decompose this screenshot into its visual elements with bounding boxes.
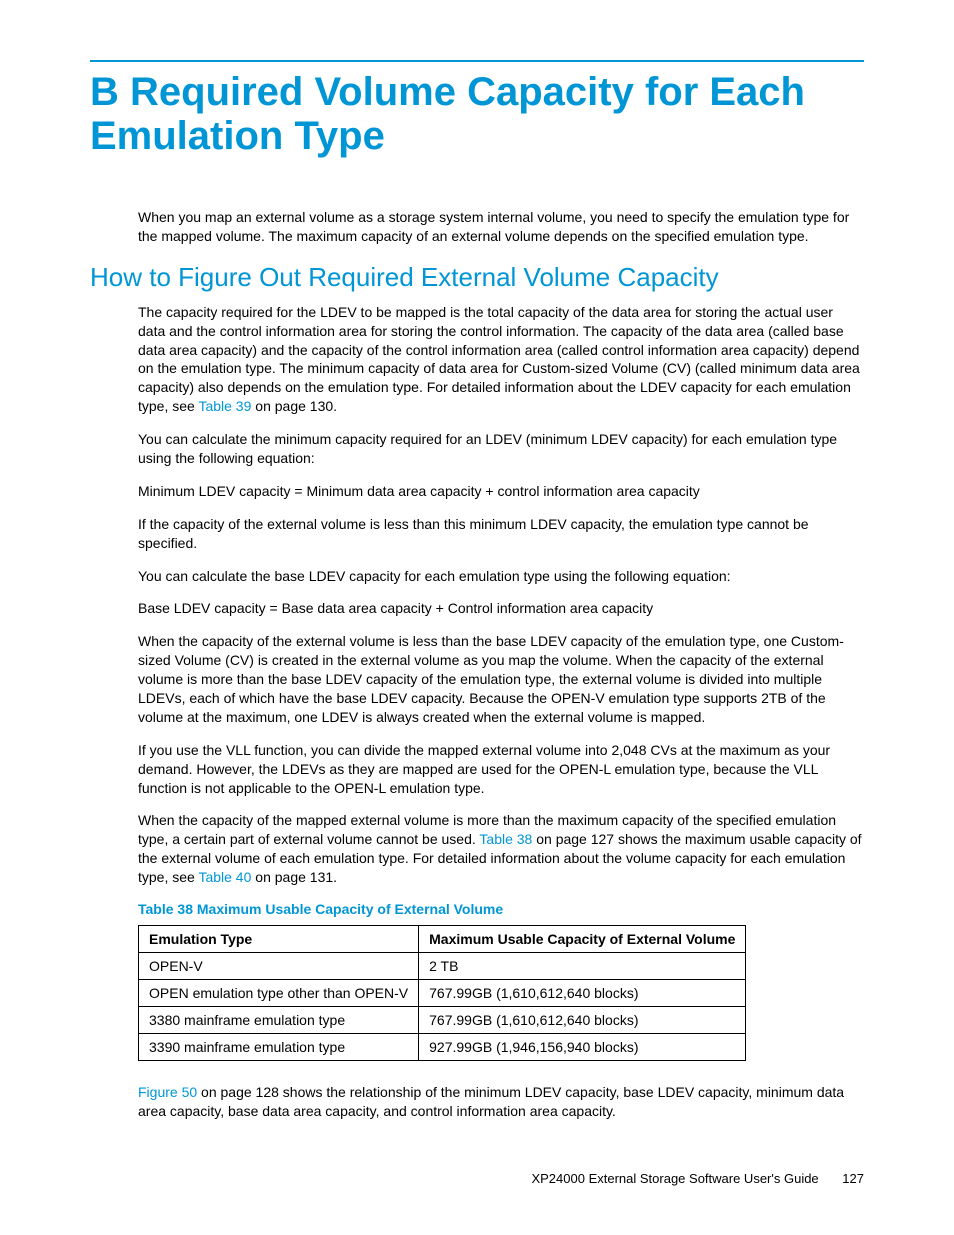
equation-1: Minimum LDEV capacity = Minimum data are… — [90, 482, 864, 501]
page-footer: XP24000 External Storage Software User's… — [90, 1171, 864, 1186]
cell-capacity: 767.99GB (1,610,612,640 blocks) — [419, 1007, 746, 1034]
footer-page-number: 127 — [842, 1171, 864, 1186]
paragraph-1: The capacity required for the LDEV to be… — [90, 303, 864, 416]
intro-paragraph: When you map an external volume as a sto… — [90, 208, 864, 246]
paragraph-10: Figure 50 on page 128 shows the relation… — [90, 1083, 864, 1121]
cell-capacity: 927.99GB (1,946,156,940 blocks) — [419, 1034, 746, 1061]
section-heading: How to Figure Out Required External Volu… — [90, 262, 864, 293]
cell-emulation: 3380 mainframe emulation type — [139, 1007, 419, 1034]
paragraph-2: You can calculate the minimum capacity r… — [90, 430, 864, 468]
cell-capacity: 2 TB — [419, 953, 746, 980]
cell-capacity: 767.99GB (1,610,612,640 blocks) — [419, 980, 746, 1007]
footer-doc-title: XP24000 External Storage Software User's… — [531, 1171, 818, 1186]
col-header-emulation: Emulation Type — [139, 926, 419, 953]
cell-emulation: OPEN-V — [139, 953, 419, 980]
table-39-link[interactable]: Table 39 — [198, 398, 251, 414]
paragraph-7: When the capacity of the external volume… — [90, 632, 864, 726]
table-38-link[interactable]: Table 38 — [479, 831, 532, 847]
figure-50-link[interactable]: Figure 50 — [138, 1084, 197, 1100]
table-row: 3390 mainframe emulation type 927.99GB (… — [139, 1034, 746, 1061]
paragraph-4: If the capacity of the external volume i… — [90, 515, 864, 553]
table-38-caption: Table 38 Maximum Usable Capacity of Exte… — [90, 901, 864, 917]
cell-emulation: 3390 mainframe emulation type — [139, 1034, 419, 1061]
paragraph-9: When the capacity of the mapped external… — [90, 811, 864, 887]
paragraph-1b: on page 130. — [251, 398, 337, 414]
top-rule — [90, 60, 864, 62]
table-40-link[interactable]: Table 40 — [198, 869, 251, 885]
table-row: OPEN emulation type other than OPEN-V 76… — [139, 980, 746, 1007]
paragraph-9c: on page 131. — [251, 869, 337, 885]
table-row: OPEN-V 2 TB — [139, 953, 746, 980]
col-header-capacity: Maximum Usable Capacity of External Volu… — [419, 926, 746, 953]
paragraph-8: If you use the VLL function, you can div… — [90, 741, 864, 798]
paragraph-5: You can calculate the base LDEV capacity… — [90, 567, 864, 586]
table-row: 3380 mainframe emulation type 767.99GB (… — [139, 1007, 746, 1034]
paragraph-10-text: on page 128 shows the relationship of th… — [138, 1084, 844, 1119]
table-header-row: Emulation Type Maximum Usable Capacity o… — [139, 926, 746, 953]
cell-emulation: OPEN emulation type other than OPEN-V — [139, 980, 419, 1007]
equation-2: Base LDEV capacity = Base data area capa… — [90, 599, 864, 618]
appendix-title: B Required Volume Capacity for Each Emul… — [90, 70, 864, 158]
table-38: Emulation Type Maximum Usable Capacity o… — [138, 925, 746, 1061]
